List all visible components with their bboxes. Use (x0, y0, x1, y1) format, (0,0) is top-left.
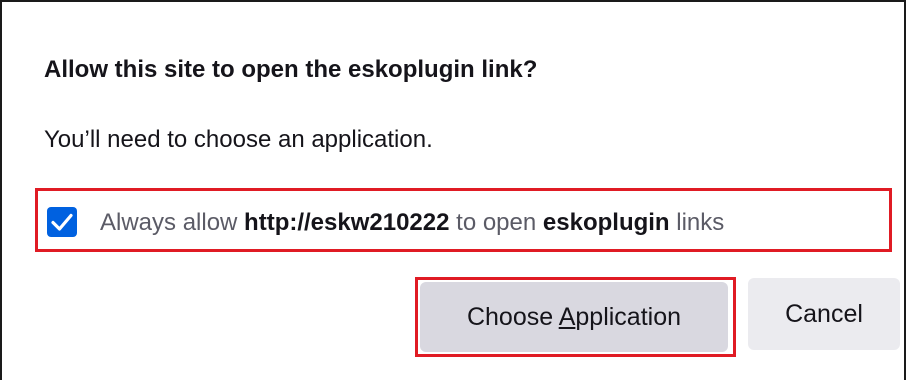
choose-label-start: Choose (466, 303, 559, 331)
site-origin: http://eskw210222 (244, 209, 450, 236)
choose-label-end: pplication (575, 303, 682, 331)
always-allow-checkbox[interactable] (47, 207, 77, 237)
label-suffix: links (669, 209, 725, 236)
checkmark-icon (51, 213, 73, 231)
protocol-scheme: eskoplugin (542, 209, 670, 236)
dialog-message: You’ll need to choose an application. (44, 126, 433, 153)
always-allow-highlight: Always allow http://eskw210222 to open e… (35, 188, 892, 252)
label-middle: to open (449, 209, 543, 236)
choose-accesskey: A (558, 303, 576, 331)
always-allow-label[interactable]: Always allow http://eskw210222 to open e… (100, 209, 724, 237)
choose-application-button[interactable]: Choose Application (420, 282, 728, 352)
open-link-dialog: Allow this site to open the eskoplugin l… (0, 0, 906, 380)
dialog-title: Allow this site to open the eskoplugin l… (44, 56, 538, 83)
label-prefix: Always allow (100, 209, 245, 236)
cancel-button[interactable]: Cancel (748, 278, 900, 350)
